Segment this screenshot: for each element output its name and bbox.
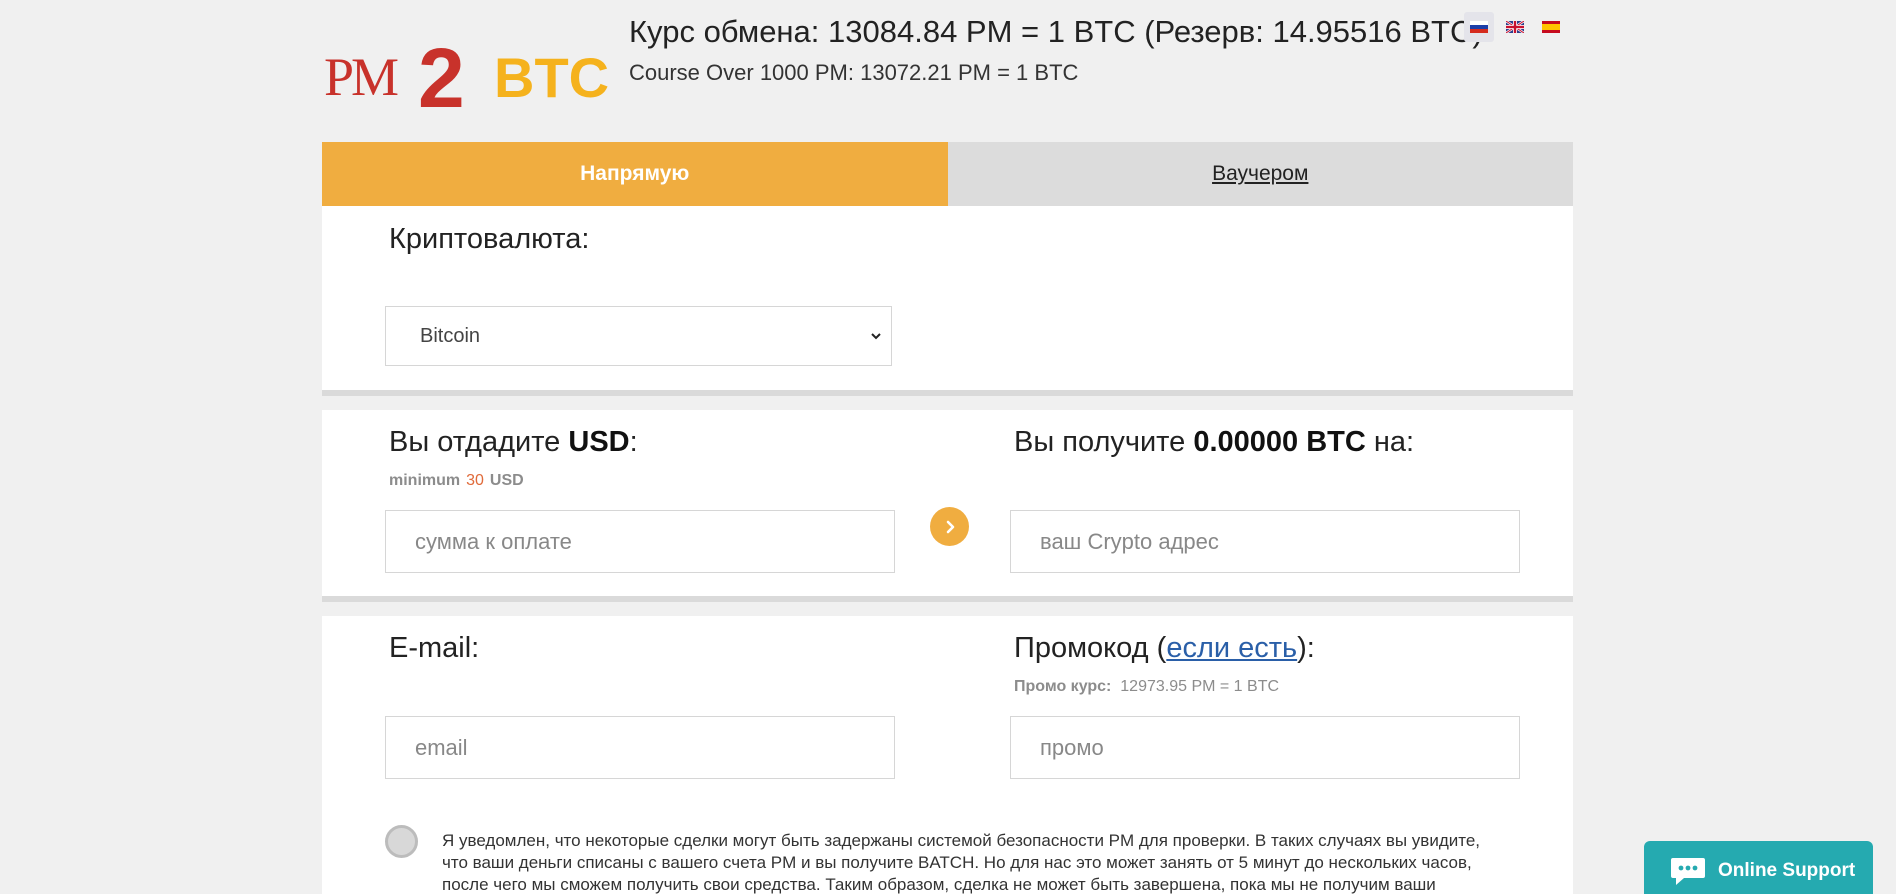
give-label: Вы отдадите USD: [389, 426, 638, 458]
chevron-right-icon [946, 520, 954, 533]
crypto-select[interactable]: Bitcoin [385, 306, 892, 366]
tab-voucher[interactable]: Ваучером [947, 142, 1573, 206]
online-support-button[interactable]: Online Support [1644, 841, 1873, 894]
contact-panel: E-mail: email Промокод (если есть): Пром… [322, 616, 1573, 894]
chevron-down-icon [871, 333, 881, 340]
email-input[interactable]: email [385, 716, 895, 779]
divider [322, 596, 1573, 602]
payment-method-tabs: Напрямую Ваучером [322, 142, 1573, 206]
crypto-label: Криптовалюта: [389, 223, 590, 255]
svg-text:2: 2 [418, 33, 465, 113]
convert-arrow-button[interactable] [930, 507, 969, 546]
pm2btc-logo[interactable]: PM 2 BTC [322, 33, 617, 113]
crypto-address-input[interactable]: ваш Crypto адрес [1010, 510, 1520, 573]
promo-rate: Промо курс: 12973.95 PM = 1 BTC [1014, 678, 1280, 695]
es-flag-icon[interactable] [1536, 12, 1566, 42]
crypto-panel: Криптовалюта: Bitcoin [322, 206, 1573, 396]
chat-icon [1671, 858, 1705, 885]
uk-flag-icon[interactable] [1500, 12, 1530, 42]
language-switcher [1464, 12, 1566, 42]
exchange-rate: Курс обмена: 13084.84 PM = 1 BTC (Резерв… [629, 14, 1483, 49]
promo-label: Промокод (если есть): [1014, 632, 1315, 664]
promo-link[interactable]: если есть [1166, 632, 1297, 664]
minimum-hint: minimum 30 USD [389, 472, 524, 489]
promo-input[interactable]: промо [1010, 716, 1520, 779]
amount-input[interactable]: сумма к оплате [385, 510, 895, 573]
svg-text:BTC: BTC [494, 46, 609, 109]
support-label: Online Support [1718, 860, 1856, 881]
amount-panel: Вы отдадите USD: minimum 30 USD сумма к оп… [322, 410, 1573, 602]
exchange-rate-over-1000: Course Over 1000 PM: 13072.21 PM = 1 BTC [629, 60, 1079, 85]
agree-radio[interactable] [385, 825, 418, 858]
ru-flag-icon[interactable] [1464, 12, 1494, 42]
divider [322, 390, 1573, 396]
tab-direct[interactable]: Напрямую [322, 142, 948, 206]
crypto-selected-value: Bitcoin [420, 324, 481, 347]
email-label: E-mail: [389, 632, 480, 664]
receive-label: Вы получите 0.00000 BTC на: [1014, 426, 1415, 458]
security-notice: Я уведомлен, что некоторые сделки могут … [442, 831, 1481, 894]
svg-text:PM: PM [324, 47, 398, 107]
